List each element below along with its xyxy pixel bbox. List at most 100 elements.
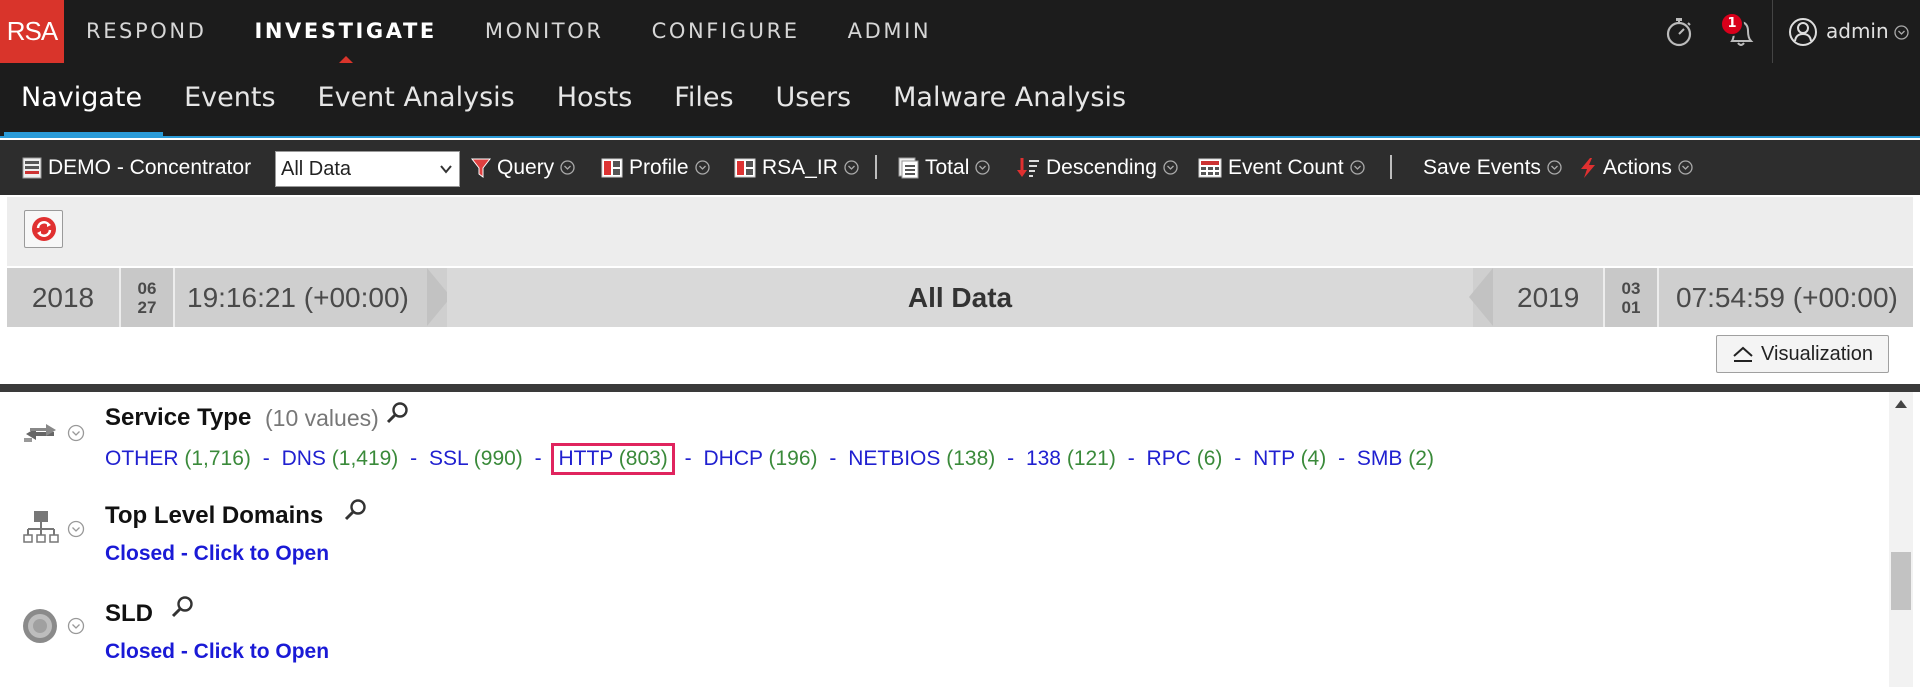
time-range-label: All Data — [447, 268, 1473, 327]
lightning-icon — [1581, 157, 1595, 178]
save-events-label: Save Events — [1423, 155, 1541, 179]
scroll-up-arrow[interactable] — [1895, 400, 1907, 408]
meta-value-link[interactable]: RPC — [1147, 447, 1191, 470]
profile-menu[interactable]: Profile — [601, 140, 710, 195]
top-level-domains-open-link[interactable]: Closed - Click to Open — [105, 542, 329, 566]
meta-value-count: (121) — [1066, 447, 1116, 470]
meta-value-link[interactable]: DHCP — [704, 447, 763, 470]
chevron-down-icon — [694, 160, 710, 175]
tab-events[interactable]: Events — [163, 63, 296, 136]
meta-value-link[interactable]: 138 — [1026, 447, 1061, 470]
rsa-logo[interactable]: RSA — [0, 0, 64, 63]
value-separator: - — [684, 447, 692, 470]
scroll-thumb[interactable] — [1891, 552, 1911, 610]
meta-value-link[interactable]: NTP — [1253, 447, 1295, 470]
profile-label: Profile — [629, 155, 689, 179]
chevron-down-icon — [1349, 160, 1365, 175]
app-root: RSA RESPOND INVESTIGATE MONITOR CONFIGUR… — [0, 0, 1920, 687]
meta-value-link[interactable]: OTHER — [105, 447, 179, 470]
top-nav-monitor[interactable]: MONITOR — [485, 0, 604, 63]
tab-hosts[interactable]: Hosts — [536, 63, 654, 136]
profile-icon — [601, 158, 623, 177]
query-menu[interactable]: Query — [471, 140, 575, 195]
user-icon[interactable] — [1788, 17, 1818, 47]
tab-navigate[interactable]: Navigate — [0, 63, 164, 137]
value-separator: - — [1007, 447, 1015, 470]
meta-value-link[interactable]: SMB — [1357, 447, 1403, 470]
end-day: 01 — [1621, 297, 1641, 317]
end-arrow — [1469, 268, 1493, 326]
top-nav-investigate[interactable]: INVESTIGATE — [254, 0, 436, 63]
top-nav-configure[interactable]: CONFIGURE — [652, 0, 800, 63]
search-icon[interactable] — [386, 401, 410, 425]
time-range-bar: 2018 06 27 19:16:21 (+00:00) All Data 20… — [7, 268, 1913, 327]
event-count-menu[interactable]: Event Count — [1198, 140, 1365, 195]
start-year: 2018 — [31, 281, 95, 313]
meta-value-count: (10 values) — [265, 405, 379, 431]
service-selector[interactable]: DEMO - Concentrator — [22, 140, 251, 195]
top-nav: RESPOND INVESTIGATE MONITOR CONFIGURE AD… — [86, 0, 979, 63]
meta-group-menu[interactable]: RSA_IR — [734, 140, 859, 195]
tab-malware-analysis[interactable]: Malware Analysis — [872, 63, 1147, 136]
start-date: 06 27 — [119, 268, 175, 327]
chevron-down-icon[interactable] — [1894, 25, 1909, 40]
save-events-menu[interactable]: Save Events — [1423, 140, 1562, 195]
meta-value-link[interactable]: SSL — [429, 447, 468, 470]
meta-title-service-type: Service Type — [105, 404, 252, 431]
query-label: Query — [497, 155, 555, 179]
top-nav-respond[interactable]: RESPOND — [86, 0, 206, 63]
end-time: 07:54:59 (+00:00) — [1676, 281, 1898, 313]
value-separator: - — [534, 447, 542, 470]
chevron-down-icon[interactable] — [67, 424, 85, 442]
end-date: 03 01 — [1603, 268, 1659, 327]
chevron-down-icon[interactable] — [67, 617, 85, 635]
sort-order-menu[interactable]: Descending — [1016, 140, 1178, 195]
end-month: 03 — [1621, 278, 1641, 298]
top-nav-bar: RSA RESPOND INVESTIGATE MONITOR CONFIGUR… — [0, 0, 1920, 63]
meta-value-count: (1,419) — [331, 447, 399, 470]
tab-event-analysis[interactable]: Event Analysis — [297, 63, 536, 136]
meta-value-link[interactable]: DNS — [282, 447, 326, 470]
meta-value-link[interactable]: HTTP — [558, 447, 612, 470]
service-type-arrows-icon — [24, 424, 56, 442]
service-label: DEMO - Concentrator — [48, 155, 252, 179]
search-icon[interactable] — [171, 595, 195, 619]
highlighted-value[interactable]: HTTP (803) — [551, 443, 675, 475]
value-separator: - — [410, 447, 418, 470]
search-icon[interactable] — [344, 498, 368, 522]
chevron-down-icon[interactable] — [67, 520, 85, 538]
panel-scrollbar[interactable] — [1889, 392, 1913, 687]
tab-users[interactable]: Users — [755, 63, 873, 136]
meta-value-count: (6) — [1196, 447, 1223, 470]
meta-value-count: (990) — [473, 447, 523, 470]
refresh-button[interactable] — [24, 210, 63, 248]
stopwatch-icon[interactable] — [1664, 16, 1694, 48]
tab-files[interactable]: Files — [653, 63, 754, 136]
visualization-button[interactable]: Visualization — [1716, 335, 1889, 373]
chevron-down-icon — [1163, 160, 1178, 175]
sld-open-link[interactable]: Closed - Click to Open — [105, 640, 329, 664]
meta-value-count: (803) — [618, 447, 668, 470]
sub-nav-bar: Navigate Events Event Analysis Hosts Fil… — [0, 63, 1920, 138]
chevron-down-icon — [560, 160, 575, 175]
sub-nav-tabs: Navigate Events Event Analysis Hosts Fil… — [0, 63, 1147, 137]
meta-value-count: (196) — [768, 447, 818, 470]
top-nav-admin[interactable]: ADMIN — [848, 0, 932, 63]
service-type-values: OTHER (1,716) - DNS (1,419) - SSL (990) … — [105, 443, 1434, 475]
actions-menu[interactable]: Actions — [1579, 140, 1693, 195]
username[interactable]: admin — [1826, 0, 1889, 63]
visualization-label: Visualization — [1761, 342, 1873, 365]
start-day: 27 — [137, 297, 157, 317]
collapse-up-icon — [1733, 346, 1753, 362]
concentrator-icon — [22, 157, 42, 178]
sort-descending-icon — [1017, 157, 1039, 177]
chevron-down-icon — [844, 160, 859, 175]
total-menu[interactable]: Total — [897, 140, 991, 195]
meta-value-link[interactable]: NETBIOS — [848, 447, 940, 470]
time-range-select[interactable]: All Data — [275, 151, 460, 187]
value-separator: - — [1234, 447, 1242, 470]
value-separator: - — [829, 447, 837, 470]
actions-label: Actions — [1603, 155, 1672, 179]
chevron-down-icon — [975, 160, 991, 175]
refresh-icon — [31, 217, 56, 241]
